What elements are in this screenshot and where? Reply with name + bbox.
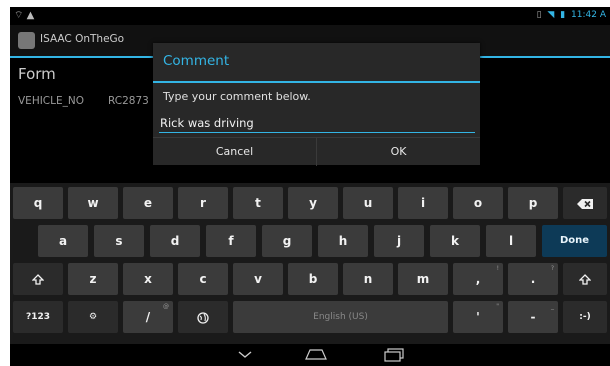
wifi-icon: ◥ <box>547 10 555 20</box>
cancel-button[interactable]: Cancel <box>153 138 317 166</box>
language-key[interactable] <box>178 301 228 333</box>
status-left-icons: ⌔ ▲ <box>14 9 34 22</box>
key-period[interactable]: . ? <box>508 263 558 295</box>
home-icon[interactable] <box>305 349 327 360</box>
status-bar: ⌔ ▲ ▯ ◥ ▮ 11:42 A <box>10 7 610 25</box>
shift-icon <box>31 273 45 285</box>
settings-key[interactable]: ⚙ <box>68 301 118 333</box>
recent-apps-icon[interactable] <box>384 348 404 362</box>
app-logo-icon[interactable] <box>18 32 35 49</box>
comma-hint: ! <box>496 265 499 272</box>
key-dash[interactable]: - _ <box>508 301 558 333</box>
apostrophe-hint: " <box>496 303 499 310</box>
dialog-title-divider <box>153 81 480 83</box>
sim-icon: ▯ <box>536 10 542 20</box>
shift-key-right[interactable] <box>563 263 607 295</box>
globe-icon <box>197 311 209 324</box>
dash-hint: _ <box>551 303 554 310</box>
key-j[interactable]: j <box>374 225 424 257</box>
key-l[interactable]: l <box>486 225 536 257</box>
dialog-message: Type your comment below. <box>163 90 311 103</box>
key-h[interactable]: h <box>318 225 368 257</box>
slash-label: / <box>145 310 151 324</box>
dialog-title: Comment <box>163 53 230 69</box>
key-w[interactable]: w <box>68 187 118 219</box>
backspace-icon <box>577 198 593 209</box>
key-t[interactable]: t <box>233 187 283 219</box>
status-right: ▯ ◥ ▮ 11:42 A <box>534 10 606 20</box>
key-s[interactable]: s <box>94 225 144 257</box>
key-f[interactable]: f <box>206 225 256 257</box>
period-label: . <box>530 272 536 286</box>
key-a[interactable]: a <box>38 225 88 257</box>
key-k[interactable]: k <box>430 225 480 257</box>
navigation-bar <box>10 344 610 366</box>
soft-keyboard: q w e r t y u i o p a s d f g h j k l Do… <box>10 183 610 344</box>
slash-hint: @ <box>163 303 169 310</box>
key-m[interactable]: m <box>398 263 448 295</box>
shift-icon <box>578 273 592 285</box>
backspace-key[interactable] <box>563 187 607 219</box>
comment-input[interactable]: Rick was driving <box>159 113 475 133</box>
key-q[interactable]: q <box>13 187 63 219</box>
key-e[interactable]: e <box>123 187 173 219</box>
comma-label: , <box>475 272 481 286</box>
ok-button[interactable]: OK <box>317 138 480 166</box>
key-z[interactable]: z <box>68 263 118 295</box>
key-c[interactable]: c <box>178 263 228 295</box>
symbols-key[interactable]: ?123 <box>13 301 63 333</box>
form-title: Form <box>18 65 56 83</box>
key-comma[interactable]: , ! <box>453 263 503 295</box>
vehicle-no-value[interactable]: RC2873 <box>108 95 156 107</box>
comment-dialog: Comment Type your comment below. Rick wa… <box>153 43 480 166</box>
period-hint: ? <box>550 265 554 272</box>
device-screen: ⌔ ▲ ▯ ◥ ▮ 11:42 A ISAAC OnTheGo Form VEH… <box>10 7 610 366</box>
smiley-key[interactable]: :-) <box>563 301 607 333</box>
key-d[interactable]: d <box>150 225 200 257</box>
key-n[interactable]: n <box>343 263 393 295</box>
shift-key-left[interactable] <box>13 263 63 295</box>
apostrophe-label: ' <box>476 310 480 324</box>
key-i[interactable]: i <box>398 187 448 219</box>
done-key[interactable]: Done <box>542 225 607 257</box>
key-apostrophe[interactable]: ' " <box>453 301 503 333</box>
dash-label: - <box>530 310 536 324</box>
back-chevron-icon[interactable] <box>237 349 253 361</box>
key-y[interactable]: y <box>288 187 338 219</box>
key-g[interactable]: g <box>262 225 312 257</box>
key-p[interactable]: p <box>508 187 558 219</box>
key-r[interactable]: r <box>178 187 228 219</box>
key-o[interactable]: o <box>453 187 503 219</box>
dialog-button-bar: Cancel OK <box>153 137 480 166</box>
key-v[interactable]: v <box>233 263 283 295</box>
space-bar[interactable]: English (US) <box>233 301 448 333</box>
battery-icon: ▮ <box>560 10 566 20</box>
warning-icon: ▲ <box>26 10 35 21</box>
key-u[interactable]: u <box>343 187 393 219</box>
app-title: ISAAC OnTheGo <box>40 33 125 45</box>
clock: 11:42 A <box>571 10 606 20</box>
key-x[interactable]: x <box>123 263 173 295</box>
key-slash[interactable]: / @ <box>123 301 173 333</box>
notification-icon: ⌔ <box>14 10 24 21</box>
vehicle-no-label: VEHICLE_NO <box>18 95 84 107</box>
key-b[interactable]: b <box>288 263 338 295</box>
